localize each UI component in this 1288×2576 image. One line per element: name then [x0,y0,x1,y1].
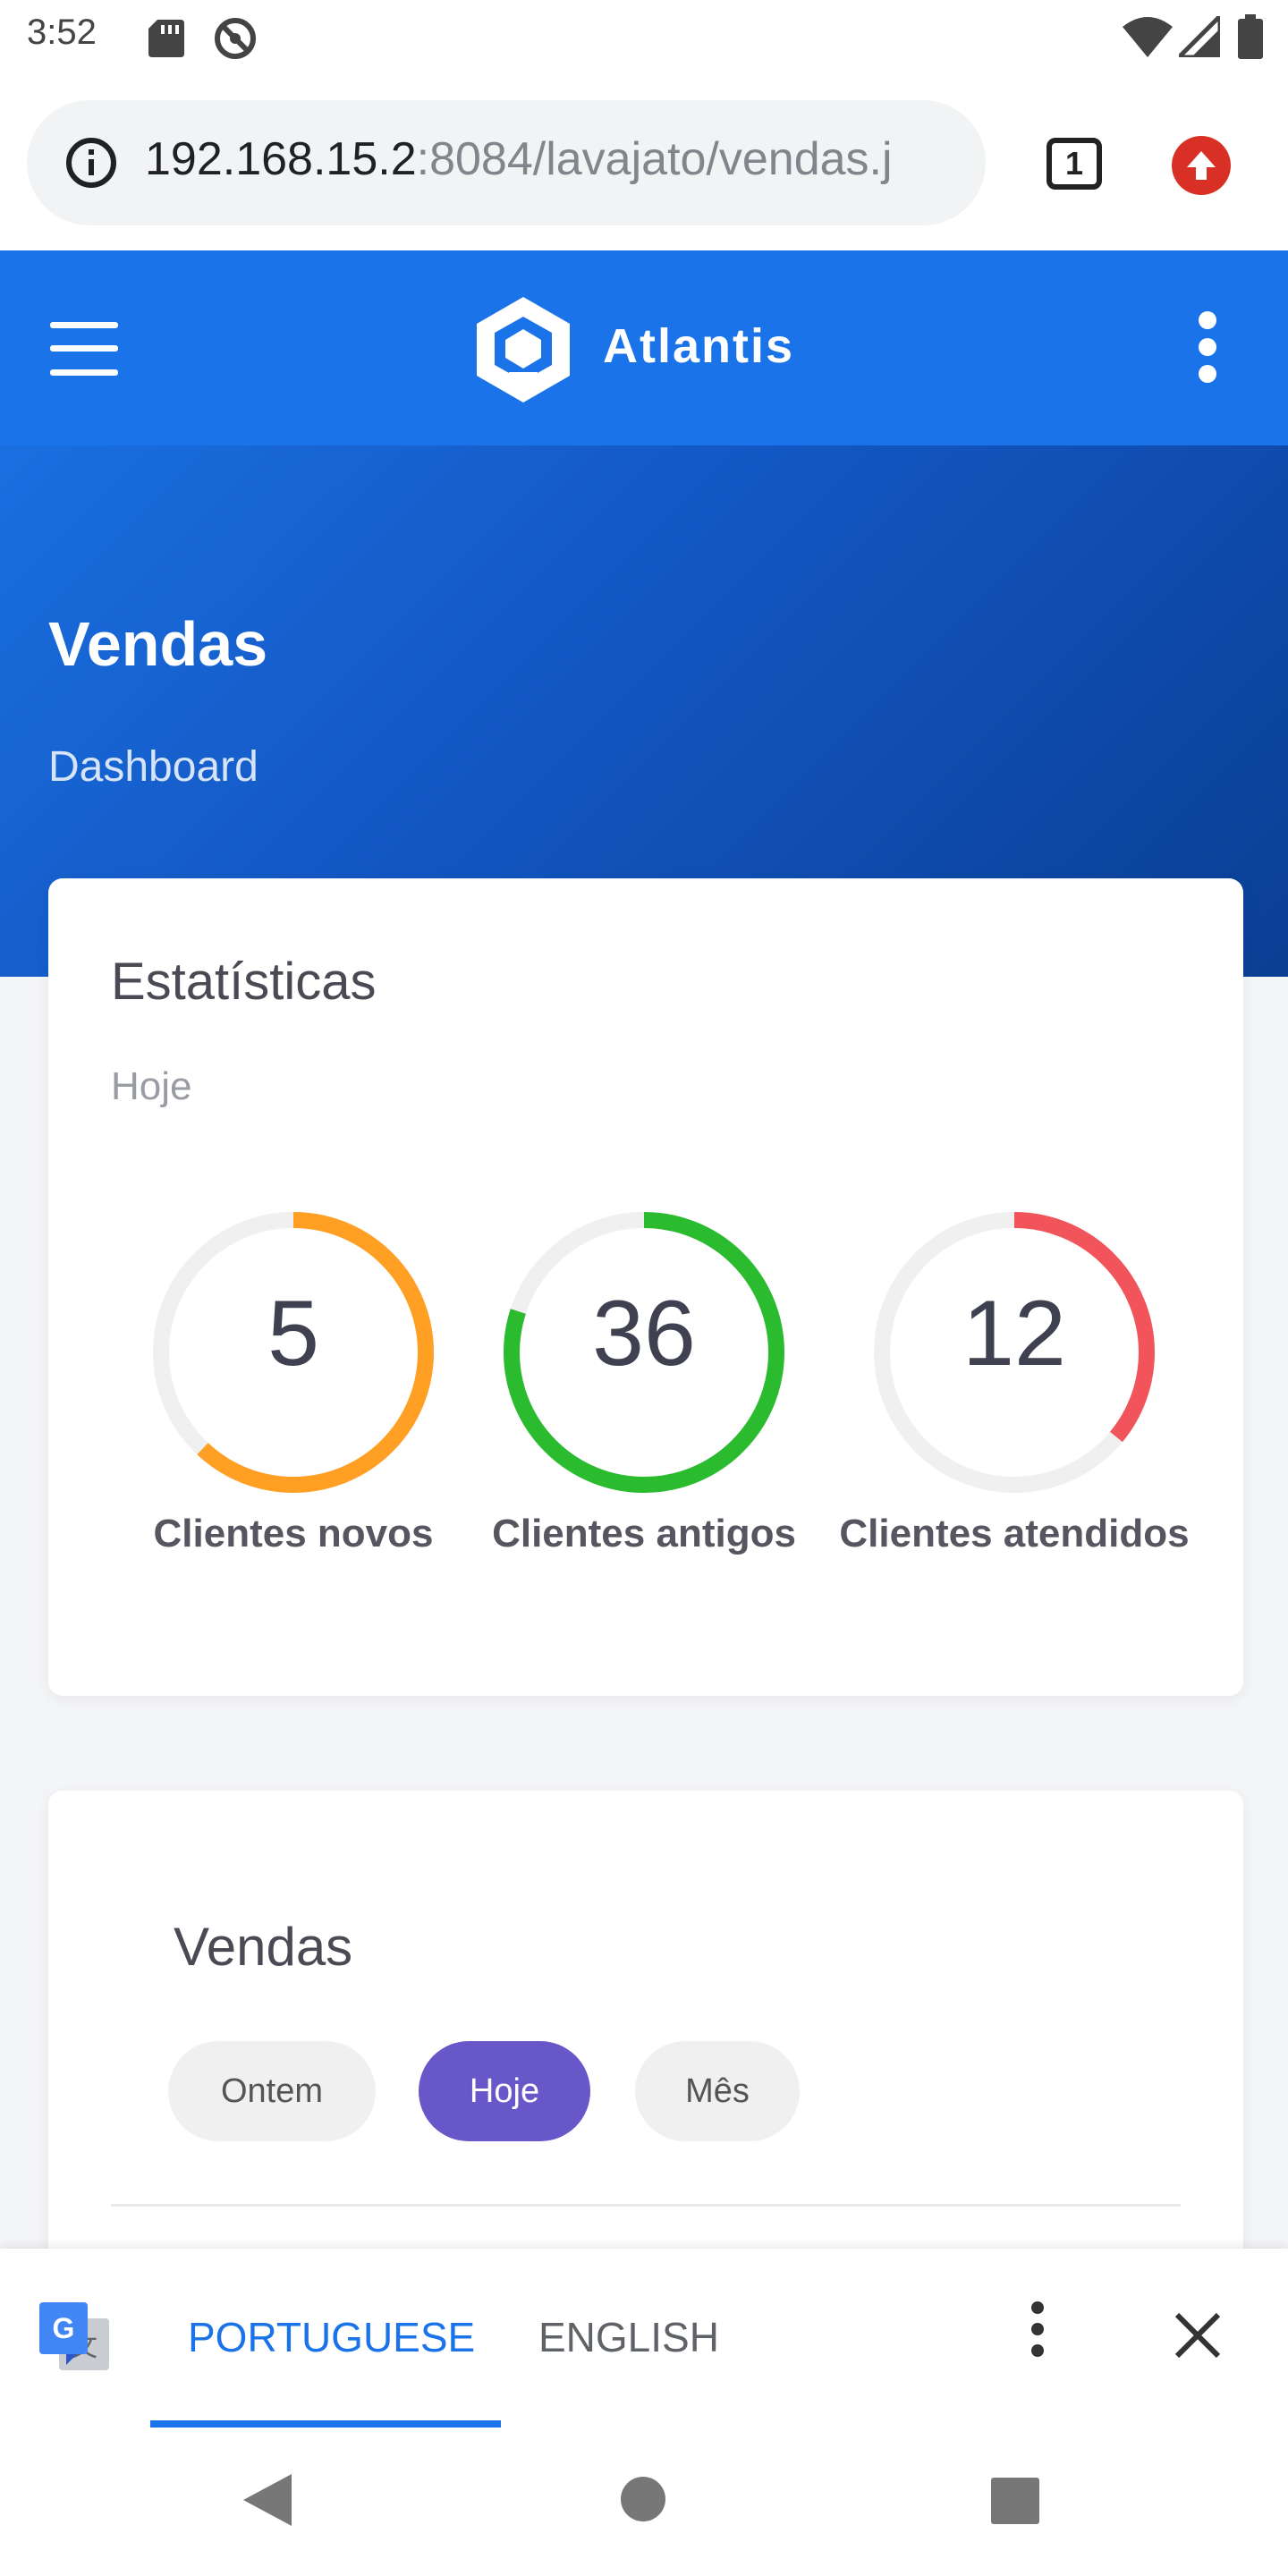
statistics-card: Estatísticas Hoje 5 Clientes novos 36 Cl… [48,878,1243,1696]
language-portuguese-tab[interactable]: PORTUGUESE [188,2313,475,2361]
sales-card: Vendas Ontem Hoje Mês [48,1791,1243,2292]
url-text[interactable]: 192.168.15.2:8084/lavajato/vendas.j [145,132,893,186]
translate-bar: 文 G PORTUGUESE ENGLISH [0,2249,1288,2428]
recent-apps-icon[interactable] [991,2478,1039,2524]
android-nav-bar [0,2428,1288,2576]
battery-icon [1238,14,1263,59]
filter-hoje-button[interactable]: Hoje [419,2041,590,2141]
wifi-icon [1123,17,1173,57]
statistics-period: Hoje [111,1064,192,1108]
gauge-value: 36 [592,1282,696,1385]
selected-language-indicator [150,2420,501,2428]
hamburger-menu-icon[interactable] [50,322,118,376]
close-icon[interactable] [1174,2311,1222,2360]
statistics-title: Estatísticas [111,953,377,1011]
svg-text:G: G [53,2312,75,2344]
sales-title: Vendas [174,1917,353,1977]
divider [111,2204,1181,2207]
cell-signal-icon [1179,16,1220,57]
back-icon[interactable] [243,2474,293,2526]
gauge-served-clients: 12 Clientes atendidos [839,1191,1190,1555]
url-path: :8084/lavajato/vendas.j [416,133,893,185]
sd-card-icon [148,20,184,57]
filter-mes-button[interactable]: Mês [635,2041,800,2141]
breadcrumb: Dashboard [48,743,258,791]
browser-toolbar: 192.168.15.2:8084/lavajato/vendas.j 1 [0,75,1288,250]
brand-name[interactable]: Atlantis [603,318,794,374]
filter-ontem-button[interactable]: Ontem [168,2041,376,2141]
up-arrow-icon [1187,151,1216,180]
gauge-value: 5 [267,1282,319,1385]
gauge-old-clients: 36 Clientes antigos [483,1191,805,1555]
atlantis-logo-icon [477,297,570,402]
home-icon[interactable] [620,2476,666,2522]
do-not-disturb-icon [215,18,256,59]
url-host: 192.168.15.2 [145,133,417,185]
more-vert-icon[interactable] [1027,2301,1048,2358]
gauge-label: Clientes novos [153,1512,434,1555]
info-icon[interactable] [64,136,118,190]
update-icon[interactable] [1172,136,1231,195]
tab-switcher-icon[interactable]: 1 [1046,138,1102,190]
gauge-label: Clientes atendidos [839,1512,1190,1555]
status-bar: 3:52 [0,0,1288,75]
gauge-new-clients: 5 Clientes novos [132,1191,454,1555]
gauge-value: 12 [962,1282,1066,1385]
address-bar[interactable]: 192.168.15.2:8084/lavajato/vendas.j [27,100,986,225]
page-title: Vendas [48,609,268,679]
kebab-menu-icon[interactable] [1195,311,1220,383]
status-time: 3:52 [27,13,97,52]
gauge-label: Clientes antigos [492,1512,796,1555]
google-translate-icon[interactable]: 文 G [39,2302,111,2374]
language-english-tab[interactable]: ENGLISH [538,2313,719,2361]
app-header: Atlantis [0,250,1288,445]
